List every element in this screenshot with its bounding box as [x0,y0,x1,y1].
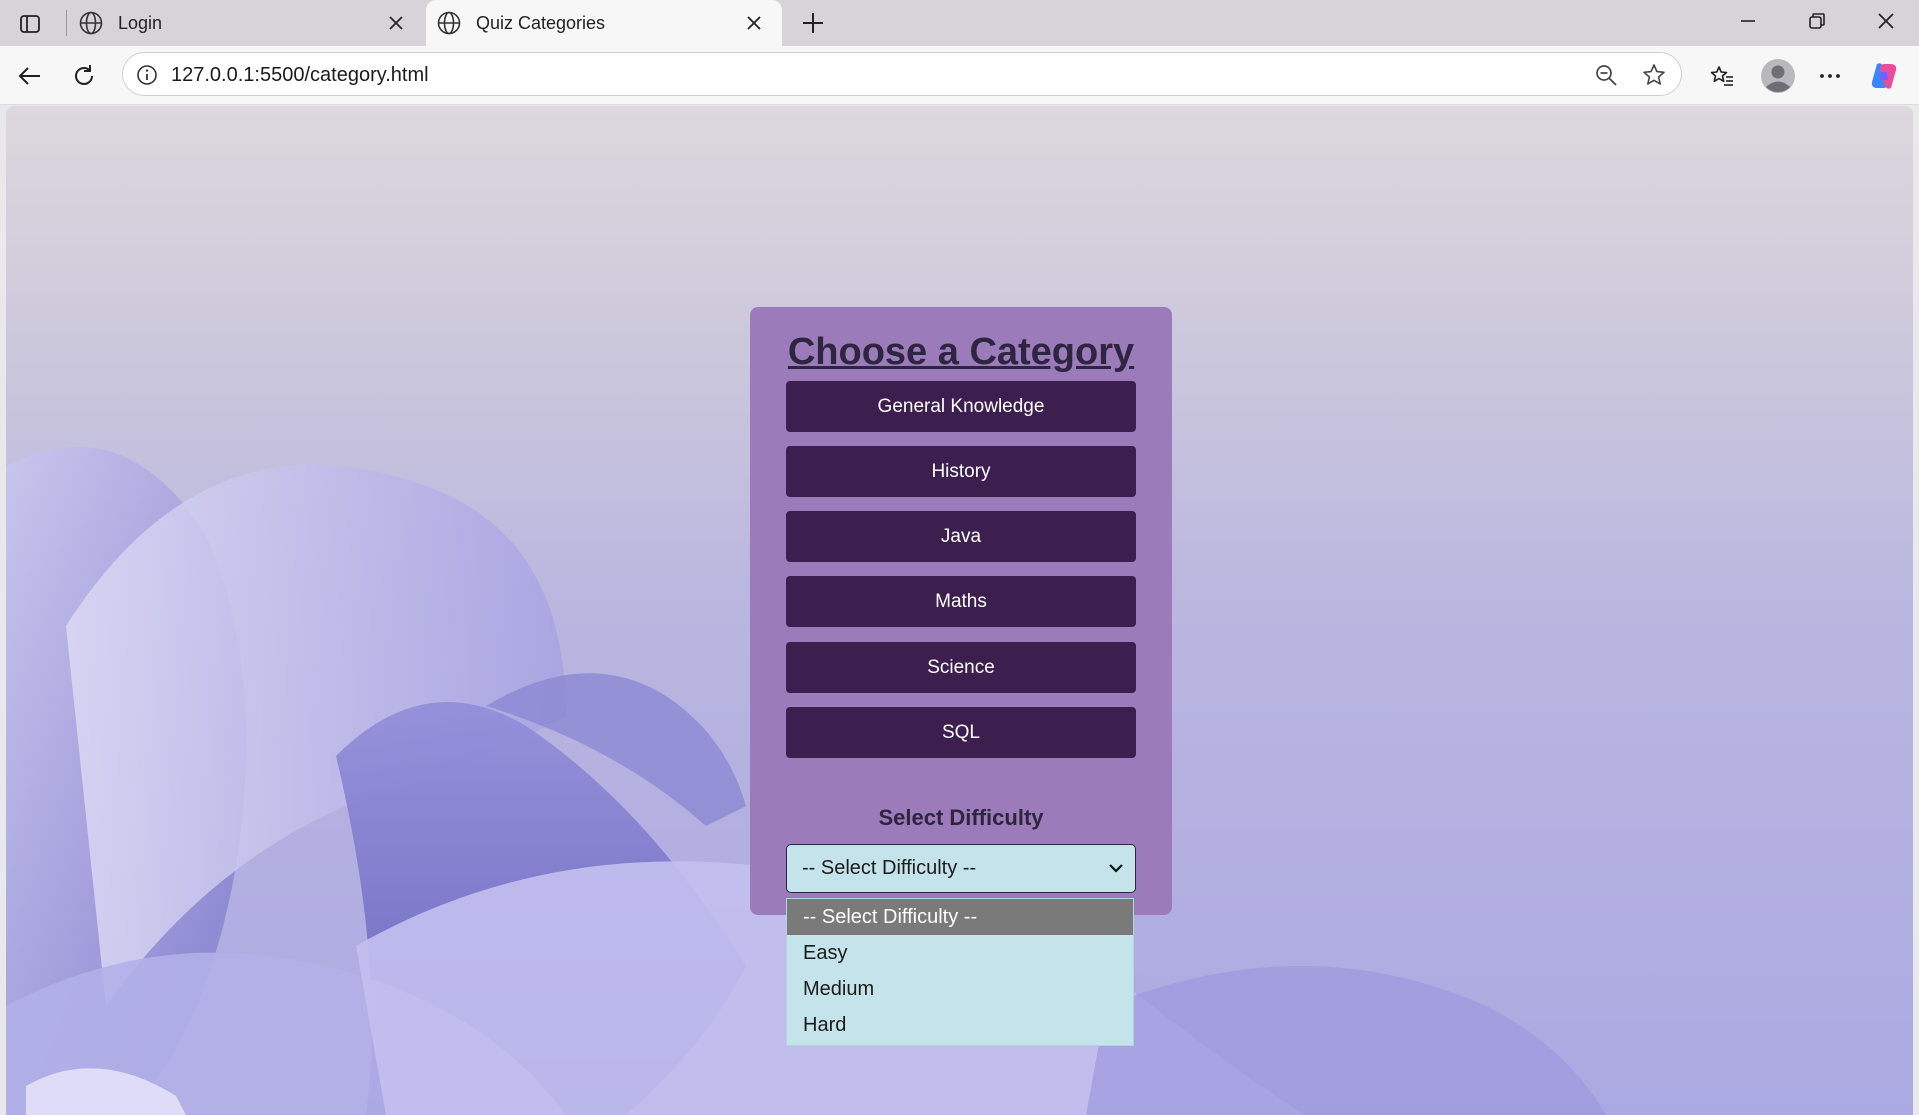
close-window-icon[interactable] [1853,0,1919,42]
category-button-java[interactable]: Java [786,511,1136,562]
favorites-icon[interactable] [1704,58,1740,94]
globe-icon [437,11,461,35]
refresh-icon[interactable] [66,58,102,94]
difficulty-option-medium[interactable]: Medium [787,971,1133,1007]
category-card: Choose a Category General Knowledge Hist… [750,307,1172,915]
restore-icon[interactable] [1784,0,1850,42]
minimize-icon[interactable] [1715,0,1781,42]
close-icon[interactable] [384,11,408,35]
sidebar-icon[interactable] [14,8,46,40]
tab-strip: Login Quiz Categories [0,0,1919,46]
difficulty-option-hard[interactable]: Hard [787,1007,1133,1043]
plus-icon[interactable] [796,6,830,40]
more-icon[interactable] [1812,58,1848,94]
category-button-sql[interactable]: SQL [786,707,1136,758]
difficulty-dropdown-list: -- Select Difficulty -- Easy Medium Hard [786,898,1134,1046]
zoom-out-icon[interactable] [1593,62,1619,88]
page-title: Choose a Category [787,331,1135,373]
tab-title: Quiz Categories [476,12,606,33]
tab-login[interactable]: Login [68,0,424,46]
back-icon[interactable] [12,58,48,94]
star-icon[interactable] [1641,62,1667,88]
difficulty-option-easy[interactable]: Easy [787,935,1133,971]
copilot-icon[interactable] [1866,58,1902,94]
category-button-general-knowledge[interactable]: General Knowledge [786,381,1136,432]
url-text: 127.0.0.1:5500/category.html [171,64,429,86]
category-button-science[interactable]: Science [786,642,1136,693]
difficulty-select-value: -- Select Difficulty -- [802,857,977,879]
tab-title: Login [118,12,163,33]
chevron-down-icon [1109,864,1123,873]
info-icon[interactable] [135,63,159,87]
difficulty-option-placeholder[interactable]: -- Select Difficulty -- [787,899,1133,935]
tab-separator [66,10,67,36]
globe-icon [79,11,103,35]
tab-quiz-categories[interactable]: Quiz Categories [426,0,782,46]
difficulty-select[interactable]: -- Select Difficulty -- [786,844,1136,893]
close-icon[interactable] [742,11,766,35]
difficulty-label: Select Difficulty [878,805,1044,830]
category-button-history[interactable]: History [786,446,1136,497]
address-bar[interactable]: 127.0.0.1:5500/category.html [122,52,1682,96]
profile-icon[interactable] [1758,56,1798,96]
category-button-maths[interactable]: Maths [786,576,1136,627]
browser-toolbar: 127.0.0.1:5500/category.html [0,46,1919,105]
